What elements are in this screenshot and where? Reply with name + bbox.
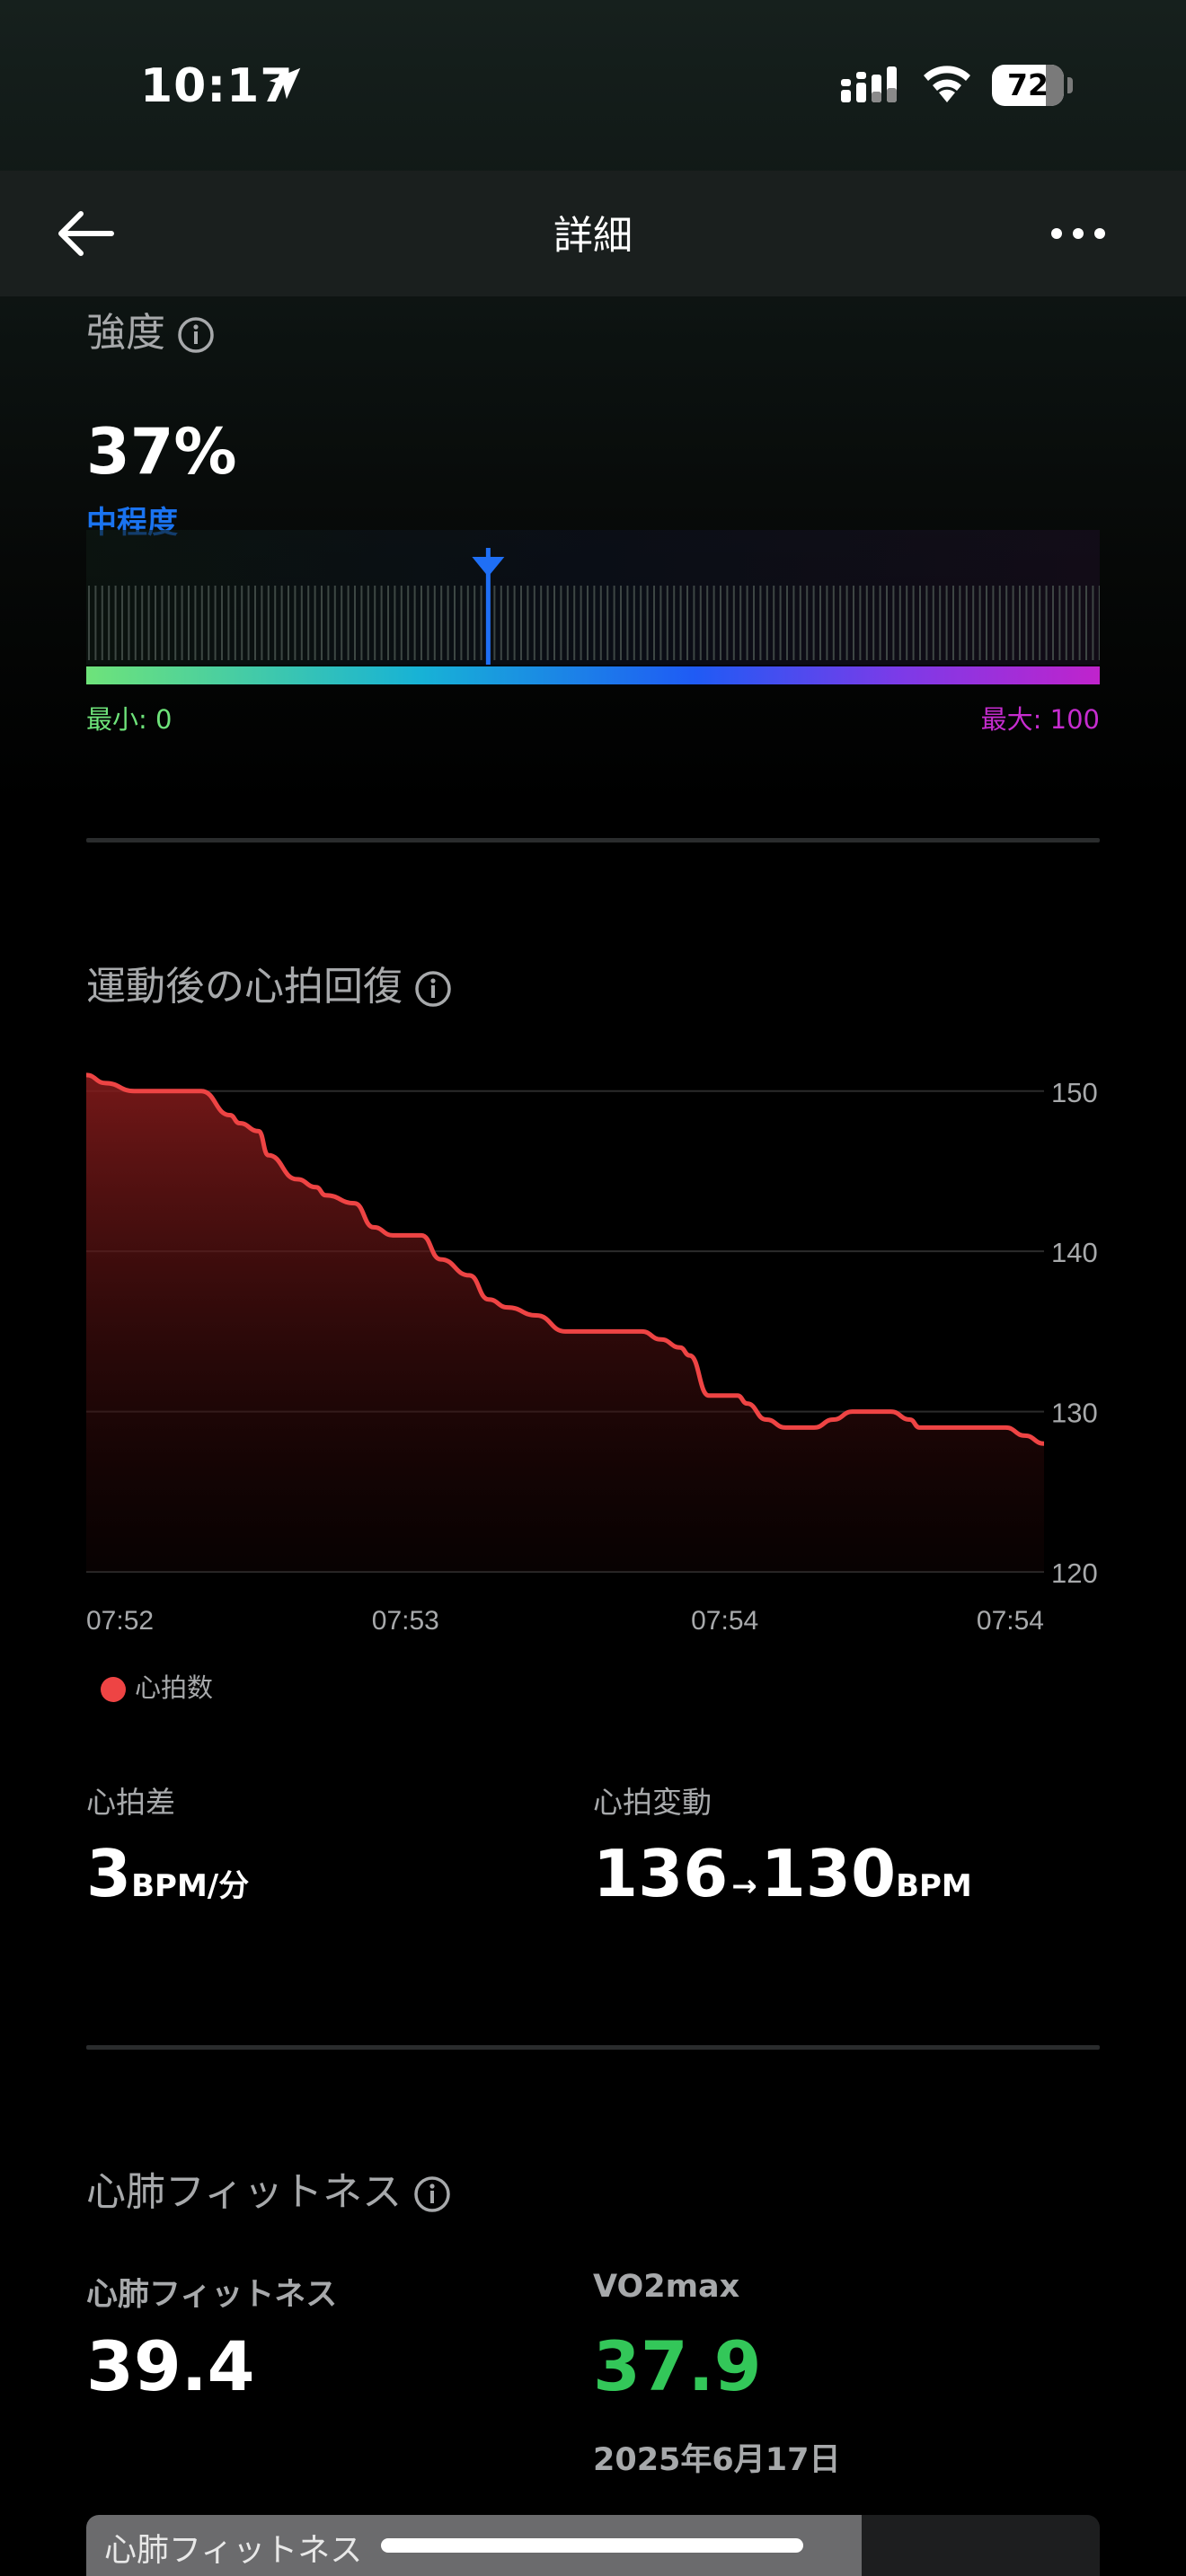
x-tick-label: 07:53 [372,1606,439,1636]
hr-diff-value: 3BPM/分 [86,1836,249,1911]
y-tick-label: 130 [1051,1398,1098,1429]
hr-change-arrow: → [731,1868,757,1904]
info-icon[interactable] [413,969,453,1009]
detail-screen: 10:17 72 詳細 強度 37% 中程度 最小: 0 最大: 100 運動後… [0,0,1186,2576]
gauge-max-label: 最大: 100 [980,704,1100,735]
hr-diff-unit: BPM/分 [131,1868,250,1904]
intensity-title: 強度 [86,310,165,356]
y-tick-label: 120 [1051,1557,1098,1589]
fitness-bar-label: 心肺フィットネス [104,2532,363,2569]
fitness-section-title: 心肺フィットネス [86,2159,452,2217]
info-icon[interactable] [176,315,216,355]
navigation-bar: 詳細 [0,171,1186,296]
location-arrow-icon [269,67,301,100]
recovery-title: 運動後の心拍回復 [86,964,403,1010]
hr-diff-label: 心拍差 [86,1785,175,1820]
page-title: 詳細 [553,213,633,259]
battery-level: 72 [1007,67,1049,102]
recovery-section-title: 運動後の心拍回復 [86,954,453,1011]
more-options-icon[interactable] [1049,216,1107,251]
fitness-left-label: 心肺フィットネス [86,2277,338,2313]
gauge-min-label: 最小: 0 [86,704,173,735]
status-bar: 10:17 72 [0,0,1186,171]
battery-indicator: 72 [992,65,1073,106]
hr-change-from: 136 [593,1836,729,1911]
y-tick-label: 150 [1051,1077,1098,1108]
chart-legend: 心拍数 [101,1667,213,1705]
legend-dot-heart-rate [101,1677,126,1702]
hr-change-to: 130 [760,1836,897,1911]
section-divider [86,2045,1100,2050]
home-indicator [381,2538,803,2553]
vo2max-label: VO2max [593,2269,740,2305]
vo2max-date: 2025年6月17日 [593,2442,841,2478]
x-tick-label: 07:52 [86,1606,154,1636]
x-tick-label: 07:54 [977,1606,1044,1636]
intensity-value: 37% [86,415,237,489]
intensity-section-title: 強度 [86,300,216,357]
y-tick-label: 140 [1051,1237,1098,1268]
fitness-title: 心肺フィットネス [86,2169,403,2215]
x-tick-label: 07:54 [691,1606,758,1636]
intensity-gauge [86,530,1100,684]
legend-label: 心拍数 [135,1672,214,1703]
vo2max-value: 37.9 [593,2326,762,2406]
heart-rate-area [86,1074,1044,1572]
section-divider [86,838,1100,842]
cellular-signal-icon [841,66,897,102]
wifi-icon [924,66,970,102]
hr-change-unit: BPM [896,1868,972,1904]
hr-change-value: 136 →130BPM [593,1836,972,1911]
hr-diff-number: 3 [86,1836,132,1911]
hr-change-label: 心拍変動 [593,1785,712,1820]
heart-rate-recovery-chart: 150 140 130 120 07:52 07:53 07:54 07:54 [85,1072,1098,1636]
info-icon[interactable] [412,2175,452,2214]
fitness-left-value: 39.4 [86,2326,255,2406]
